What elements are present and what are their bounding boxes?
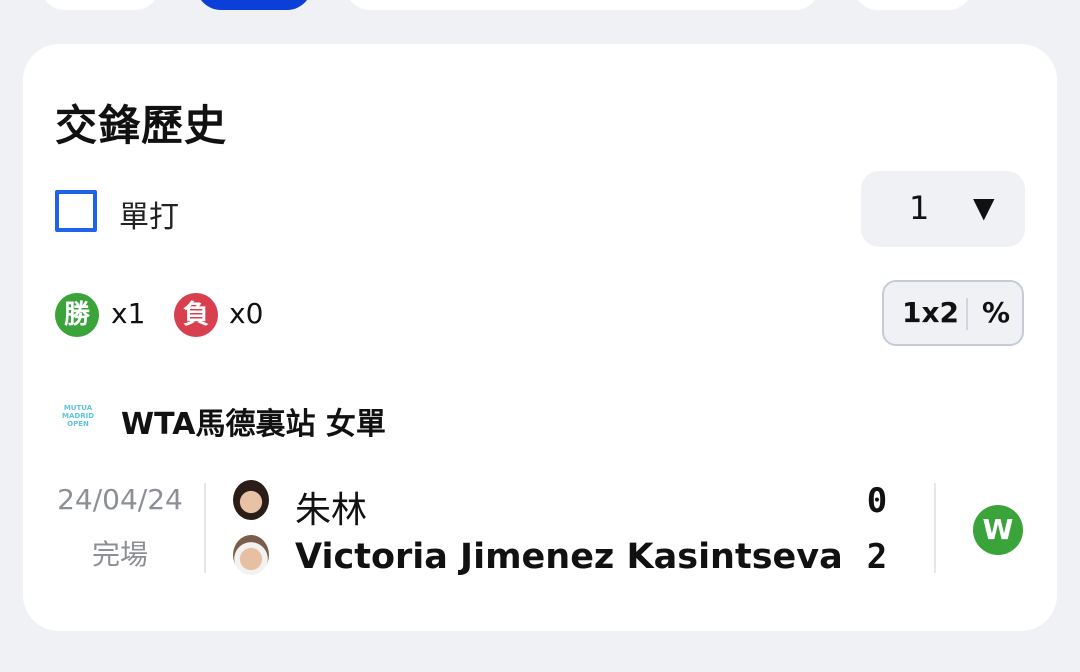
divider [204,483,206,573]
win-count: x1 [111,297,146,330]
top-filter-pill-1[interactable] [40,0,160,10]
chevron-down-icon: ▼ [973,191,995,224]
player1-name: 朱林 [295,490,368,531]
divider [934,483,936,573]
section-title: 交鋒歷史 [55,101,228,150]
top-filter-pill-3[interactable] [853,0,973,10]
top-filter-pill-active[interactable] [196,0,312,10]
odds-format-toggle: 1x2 % [882,280,1024,346]
player1-score: 0 [866,481,888,521]
top-filter-pill-2[interactable] [345,0,820,10]
match-date: 24/04/24 [57,483,183,516]
toggle-divider [966,298,968,330]
match-row[interactable]: 24/04/24 完場 朱林 Victoria Jimenez Kasintse… [23,469,1057,589]
head-to-head-card: 交鋒歷史 單打 1 ▼ 勝 x1 負 x0 1x2 % MUTUA MADRID O… [23,44,1057,631]
loss-badge-icon: 負 [174,293,218,337]
singles-checkbox[interactable] [55,190,97,232]
tournament-logo-icon: MUTUA MADRID OPEN [62,404,94,428]
player2-avatar [233,535,269,575]
win-result-badge-icon: W [973,505,1023,555]
match-count-value: 1 [909,189,930,227]
player1-avatar [233,480,269,520]
win-badge-icon: 勝 [55,293,99,337]
match-count-dropdown[interactable]: 1 ▼ [861,171,1025,247]
tournament-name: WTA馬德裏站 女單 [121,407,386,442]
match-status: 完場 [91,538,148,571]
player2-name: Victoria Jimenez Kasintseva [295,537,843,577]
loss-count: x0 [229,297,264,330]
player2-score: 2 [866,537,888,577]
singles-checkbox-label[interactable]: 單打 [119,192,179,236]
odds-percent-option[interactable]: % [982,296,1010,329]
odds-1x2-option[interactable]: 1x2 [902,296,959,329]
